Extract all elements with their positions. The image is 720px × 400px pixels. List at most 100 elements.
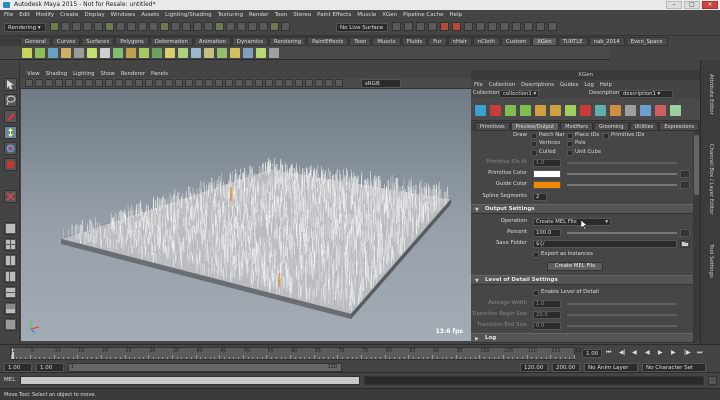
viewport-tool-icon[interactable] <box>175 79 183 87</box>
percent-field[interactable]: 100.0 <box>533 229 561 237</box>
viewport-tool-icon[interactable] <box>235 79 243 87</box>
xgen-tool-icon[interactable] <box>595 105 606 116</box>
xgen-tab-preview-output[interactable]: Preview/Output <box>510 122 560 131</box>
render-tool-icon[interactable] <box>404 22 413 31</box>
viewport-tool-icon[interactable] <box>75 79 83 87</box>
layout-single-icon[interactable] <box>4 222 17 235</box>
layout-side-icon[interactable] <box>4 254 17 267</box>
status-tool-icon[interactable] <box>50 22 59 31</box>
guide-color-map-icon[interactable] <box>680 181 690 189</box>
playback-button-icon[interactable]: ◀ <box>632 349 637 356</box>
menu-xgen[interactable]: XGen <box>382 12 397 18</box>
primitive-color-map-icon[interactable] <box>680 170 690 178</box>
menu-assets[interactable]: Assets <box>141 12 159 18</box>
shelf-tool-icon[interactable] <box>191 48 201 58</box>
current-frame-field[interactable]: 1.00 <box>582 349 602 358</box>
script-editor-icon[interactable] <box>708 376 717 385</box>
status-tool-icon[interactable] <box>281 22 290 31</box>
playback-start-field[interactable]: 1.00 <box>36 363 64 372</box>
shelf-tool-icon[interactable] <box>165 48 175 58</box>
status-tool-icon[interactable] <box>61 22 70 31</box>
render-tool-icon[interactable] <box>512 22 521 31</box>
shelf-tool-icon[interactable] <box>178 48 188 58</box>
xgen-tool-icon[interactable] <box>565 105 576 116</box>
shelf-tool-icon[interactable] <box>48 48 58 58</box>
shelf-tool-icon[interactable] <box>204 48 214 58</box>
status-tool-icon[interactable] <box>116 22 125 31</box>
shelf-tool-icon[interactable] <box>100 48 110 58</box>
viewport-tool-icon[interactable] <box>25 79 33 87</box>
last-tool-icon[interactable] <box>4 190 17 203</box>
operation-select[interactable]: Create MEL File ▾ <box>533 218 611 226</box>
shelf-tab-general[interactable]: General <box>20 36 51 46</box>
status-tool-icon[interactable] <box>138 22 147 31</box>
output-settings-section[interactable]: ▼ Output Settings <box>471 204 693 214</box>
shelf-tool-icon[interactable] <box>256 48 266 58</box>
shelf-tool-icon[interactable] <box>126 48 136 58</box>
timeline-track[interactable]: 1 5 10 15 20 25 30 35 40 45 50 55 60 65 70 75 80 85 90 95 10… <box>10 347 584 360</box>
xgen-tool-icon[interactable] <box>475 105 486 116</box>
shelf-tab-xgen[interactable]: XGen <box>532 36 557 46</box>
collection-select[interactable]: collection1 ▾ <box>499 90 539 98</box>
shelf-tab-fur[interactable]: Fur <box>428 36 447 46</box>
xgen-menu-collection[interactable]: Collection <box>489 82 515 88</box>
lod-settings-section[interactable]: ▼ Level of Detail Settings <box>471 275 693 285</box>
menu-windows[interactable]: Windows <box>111 12 136 18</box>
status-tool-icon[interactable] <box>270 22 279 31</box>
status-tool-icon[interactable] <box>259 22 268 31</box>
playback-button-icon[interactable]: ▶ <box>658 349 663 356</box>
attribute-editor-tab[interactable]: Attribute Editor <box>708 74 714 115</box>
render-tool-icon[interactable] <box>392 22 401 31</box>
viewport-tool-icon[interactable] <box>315 79 323 87</box>
character-set-select[interactable]: No Character Set <box>642 363 706 372</box>
viewport-menu-panels[interactable]: Panels <box>151 71 168 77</box>
percent-slider[interactable] <box>567 232 677 234</box>
xgen-tool-icon[interactable] <box>535 105 546 116</box>
viewport-tool-icon[interactable] <box>125 79 133 87</box>
shelf-tab-fluids[interactable]: Fluids <box>401 36 428 46</box>
shelf-tab-curves[interactable]: Curves <box>51 36 81 46</box>
xgen-menu-file[interactable]: File <box>474 82 483 88</box>
playback-button-icon[interactable]: ⏮ <box>606 349 611 357</box>
shelf-tool-icon[interactable] <box>22 48 32 58</box>
playback-button-icon[interactable]: ▶ <box>671 349 676 356</box>
command-input[interactable] <box>20 376 360 385</box>
layout-four-icon[interactable] <box>4 238 17 251</box>
minimize-button[interactable]: – <box>666 1 682 9</box>
lasso-tool-icon[interactable] <box>4 94 17 107</box>
viewport-tool-icon[interactable] <box>105 79 113 87</box>
viewport-tool-icon[interactable] <box>195 79 203 87</box>
viewport-tool-icon[interactable] <box>295 79 303 87</box>
average-width-field[interactable]: 1.0 <box>533 300 561 308</box>
xgen-tool-icon[interactable] <box>655 105 666 116</box>
xgen-tab-primitives[interactable]: Primitives <box>475 122 510 131</box>
viewport-tool-icon[interactable] <box>145 79 153 87</box>
xgen-tool-icon[interactable] <box>580 105 591 116</box>
viewport-menu-show[interactable]: Show <box>101 71 115 77</box>
viewport-tool-icon[interactable] <box>215 79 223 87</box>
viewport-tool-icon[interactable] <box>285 79 293 87</box>
xgen-tool-icon[interactable] <box>610 105 621 116</box>
shelf-tool-icon[interactable] <box>152 48 162 58</box>
xgen-tool-icon[interactable] <box>670 105 681 116</box>
render-tool-icon[interactable] <box>416 22 425 31</box>
shelf-tool-icon[interactable] <box>74 48 84 58</box>
playback-button-icon[interactable]: ◀ <box>645 349 650 356</box>
shelf-tab-turtle[interactable]: TURTLE <box>557 36 588 46</box>
menu-modify[interactable]: Modify <box>36 12 54 18</box>
folder-icon[interactable] <box>680 240 690 248</box>
menu-lighting-shading[interactable]: Lighting/Shading <box>165 12 211 18</box>
viewport-tool-icon[interactable] <box>275 79 283 87</box>
scrollbar-thumb[interactable] <box>694 135 699 195</box>
primitive-ids-at-slider[interactable] <box>567 162 677 164</box>
viewport-3d[interactable]: 13.6 fps <box>21 89 471 341</box>
percent-map-icon[interactable] <box>680 229 690 237</box>
transition-end-slider[interactable] <box>567 325 677 327</box>
playback-button-icon[interactable]: ◀| <box>619 349 626 356</box>
transition-end-field[interactable]: 0.0 <box>533 322 561 330</box>
shelf-tab-dynamics[interactable]: Dynamics <box>231 36 269 46</box>
xgen-menu-guides[interactable]: Guides <box>560 82 578 88</box>
viewport-menu-lighting[interactable]: Lighting <box>73 71 94 77</box>
layout-outliner-icon[interactable] <box>4 270 17 283</box>
menu-render[interactable]: Render <box>249 12 269 18</box>
